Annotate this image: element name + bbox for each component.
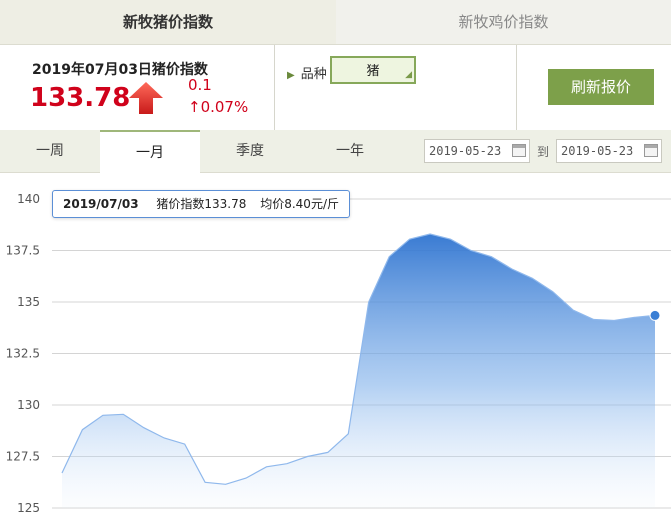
- variety-label: ▶ 品种: [287, 63, 327, 82]
- y-tick-label: 135: [17, 295, 40, 309]
- divider: [274, 45, 275, 131]
- period-tab-bar: 一周 一月 季度 一年 2019-05-23 2019-05-23: [0, 130, 671, 173]
- variety-select[interactable]: 猪 ◢: [330, 56, 416, 84]
- date-range-separator: 到: [537, 145, 550, 159]
- tab-pig-index[interactable]: 新牧猪价指数: [0, 0, 336, 44]
- calendar-icon[interactable]: [644, 144, 658, 157]
- divider: [516, 45, 517, 131]
- tooltip-index: 猪价指数133.78: [156, 197, 247, 211]
- y-tick-label: 125: [17, 501, 40, 515]
- y-tick-label: 130: [17, 398, 40, 412]
- start-date-value: 2019-05-23: [429, 144, 502, 158]
- highlighted-data-point: [649, 309, 661, 321]
- variety-select-value: 猪: [366, 64, 380, 79]
- y-tick-label: 140: [17, 192, 40, 206]
- change-absolute: 0.1: [188, 76, 212, 94]
- variety-label-text: 品种: [300, 67, 327, 82]
- tooltip-date: 2019/07/03: [63, 197, 139, 211]
- summary-panel: 2019年07月03日猪价指数 133.78 0.1 ↑0.07% ▶ 品种 猪 …: [0, 44, 671, 132]
- index-date-title: 2019年07月03日猪价指数: [32, 62, 208, 78]
- tab-quarter[interactable]: 季度: [200, 130, 300, 172]
- tab-week[interactable]: 一周: [0, 130, 100, 172]
- y-tick-label: 132.5: [6, 347, 40, 361]
- y-tick-label: 137.5: [6, 244, 40, 258]
- select-corner-icon: ◢: [405, 70, 412, 80]
- start-date-input[interactable]: 2019-05-23: [424, 139, 530, 163]
- tooltip-average: 均价8.40元/斤: [260, 197, 339, 211]
- price-index-chart: 125 127.5 130 132.5 135 137.5 140: [6, 192, 671, 515]
- tab-month[interactable]: 一月: [100, 130, 200, 173]
- chart-tooltip: 2019/07/03 猪价指数133.78 均价8.40元/斤: [52, 190, 350, 218]
- end-date-value: 2019-05-23: [561, 144, 634, 158]
- refresh-price-button[interactable]: 刷新报价: [548, 69, 654, 105]
- tab-year[interactable]: 一年: [300, 130, 400, 172]
- arrow-up-icon: [129, 82, 163, 114]
- change-percent: ↑0.07%: [188, 98, 249, 116]
- tab-chicken-index[interactable]: 新牧鸡价指数: [336, 0, 671, 44]
- end-date-input[interactable]: 2019-05-23: [556, 139, 662, 163]
- triangle-right-icon: ▶: [287, 70, 295, 81]
- top-tab-bar: 新牧猪价指数 新牧鸡价指数: [0, 0, 671, 44]
- y-tick-label: 127.5: [6, 450, 40, 464]
- index-value: 133.78: [30, 83, 131, 113]
- calendar-icon[interactable]: [512, 144, 526, 157]
